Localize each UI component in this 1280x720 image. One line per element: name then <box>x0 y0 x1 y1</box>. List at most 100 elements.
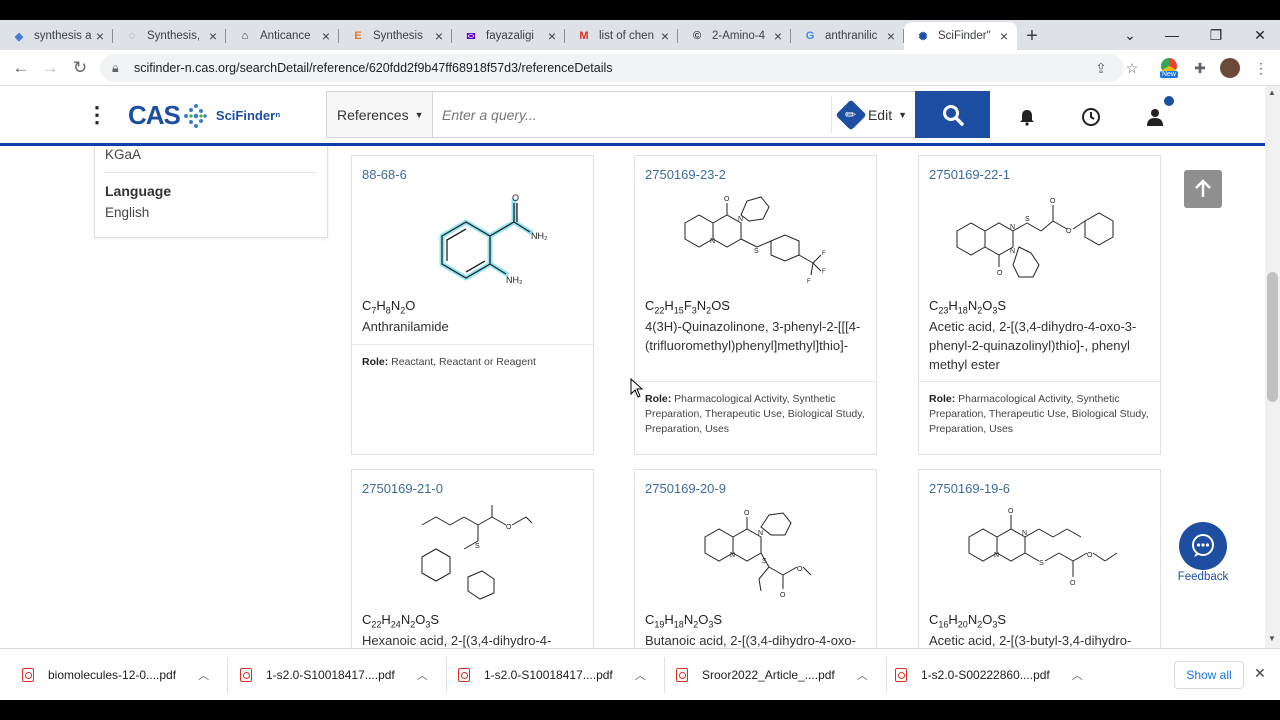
scroll-down-arrow-icon[interactable]: ▼ <box>1268 634 1276 643</box>
tab-close-icon[interactable]: × <box>545 28 559 44</box>
substance-card[interactable]: 88-68-6 O NH₂ NH₂ C7H8N2O Anthranilamide… <box>351 155 594 455</box>
app-menu-icon[interactable]: ⋮ <box>86 104 108 126</box>
notifications-bell-icon[interactable] <box>1014 104 1040 130</box>
svg-text:S: S <box>1025 216 1030 223</box>
tab-title: anthranilic <box>825 30 878 42</box>
substance-card[interactable]: 2750169-23-2 O N N S F F F C22H15F3N2OS … <box>634 155 877 455</box>
structure-image[interactable]: O N N S O O <box>934 191 1144 291</box>
tab-close-icon[interactable]: × <box>997 28 1011 44</box>
tab-close-icon[interactable]: × <box>319 28 333 44</box>
tab-close-icon[interactable]: × <box>432 28 446 44</box>
browser-tab[interactable]: Ganthranilic × <box>791 22 904 50</box>
profile-avatar[interactable] <box>1219 58 1241 78</box>
language-value: English <box>105 205 150 220</box>
download-item[interactable]: 1-s2.0-S10018417....pdf ︿ <box>458 657 665 693</box>
caret-down-icon: ▼ <box>414 109 424 120</box>
tab-close-icon[interactable]: × <box>771 28 785 44</box>
search-scope-dropdown[interactable]: References ▼ <box>327 92 433 137</box>
substance-card[interactable]: 2750169-22-1 O N N S O O C23H18N2O3S Ace… <box>918 155 1161 455</box>
yahoo-mail-icon: ✉ <box>466 30 476 43</box>
logo-cas-text: CAS <box>128 100 181 130</box>
close-downloads-icon[interactable]: ✕ <box>1254 665 1266 682</box>
tab-close-icon[interactable]: × <box>884 28 898 44</box>
structure-image[interactable]: O N N S O O <box>665 505 845 605</box>
tab-close-icon[interactable]: × <box>93 28 107 44</box>
cas-registry-link[interactable]: 2750169-21-0 <box>362 481 443 496</box>
restore-icon[interactable]: ❐ <box>1194 20 1238 50</box>
chevron-up-icon[interactable]: ︿ <box>198 667 209 683</box>
history-clock-icon[interactable] <box>1078 104 1104 130</box>
show-all-downloads-button[interactable]: Show all <box>1174 661 1244 689</box>
back-icon[interactable]: ← <box>10 57 32 79</box>
download-item[interactable]: 1-s2.0-S10018417....pdf ︿ <box>240 657 447 693</box>
search-input[interactable] <box>433 92 831 137</box>
chevron-up-icon[interactable]: ︿ <box>635 667 646 683</box>
substance-card[interactable]: 2750169-19-6 O N N S O O C16H20N2O3S Ace… <box>918 469 1161 648</box>
loading-icon: ◌ <box>128 30 136 42</box>
tab-close-icon[interactable]: × <box>206 28 220 44</box>
cas-registry-link[interactable]: 2750169-19-6 <box>929 481 1010 496</box>
browser-tab[interactable]: ◌ Synthesis, × <box>113 22 226 50</box>
tab-title: Synthesis <box>373 30 423 42</box>
download-item[interactable]: Sroor2022_Article_....pdf ︿ <box>676 657 887 693</box>
extension-new-icon[interactable]: New <box>1158 54 1180 82</box>
structure-image[interactable]: O N N S F F F <box>665 191 845 291</box>
tab-title: Anticance <box>260 30 311 42</box>
tab-title: list of chen <box>599 30 654 42</box>
browser-tab[interactable]: ⌂ Anticance × <box>226 22 339 50</box>
svg-text:S: S <box>475 543 480 550</box>
scifinder-header: ⋮ CAS SciFinderⁿ References ▼ ✎ Edit ▼ <box>0 86 1280 146</box>
share-icon[interactable]: ⇪ <box>1090 58 1112 78</box>
browser-tab[interactable]: Mlist of chen × <box>565 22 678 50</box>
cas-scifinder-logo[interactable]: CAS SciFinderⁿ <box>128 100 280 131</box>
scroll-up-arrow-icon[interactable]: ▲ <box>1268 88 1276 97</box>
tab-close-icon[interactable]: × <box>658 28 672 44</box>
browser-tab-active[interactable]: ✺ SciFinder" × <box>904 22 1017 50</box>
page-scrollbar[interactable]: ▲ ▼ <box>1265 86 1280 648</box>
svg-text:N: N <box>710 238 715 245</box>
svg-text:O: O <box>512 193 519 203</box>
window-close-icon[interactable]: ✕ <box>1238 20 1280 50</box>
substance-card[interactable]: 2750169-20-9 O N N S O O C19H18N2O3S But… <box>634 469 877 648</box>
cas-registry-link[interactable]: 2750169-22-1 <box>929 167 1010 182</box>
sciencedirect-icon: ⌂ <box>241 30 249 42</box>
cas-registry-link[interactable]: 2750169-20-9 <box>645 481 726 496</box>
minimize-icon[interactable]: — <box>1150 20 1194 50</box>
download-item[interactable]: 1-s2.0-S00222860....pdf ︿ <box>895 657 1083 693</box>
feedback-button[interactable] <box>1179 522 1227 570</box>
molecular-formula: C16H20N2O3S <box>929 612 1007 630</box>
new-tab-button[interactable]: + <box>1017 22 1047 50</box>
bookmark-star-icon[interactable]: ☆ <box>1121 58 1143 78</box>
browser-tab[interactable]: E Synthesis × <box>339 22 452 50</box>
extensions-puzzle-icon[interactable]: ✚ <box>1189 58 1211 78</box>
download-item[interactable]: biomolecules-12-0....pdf ︿ <box>22 657 229 693</box>
cas-registry-link[interactable]: 2750169-23-2 <box>645 167 726 182</box>
chevron-up-icon[interactable]: ︿ <box>417 667 428 683</box>
tab-search-icon[interactable]: ⌄ <box>1108 20 1152 50</box>
substance-name: Acetic acid, 2-[(3,4-dihydro-4-oxo-3-phe… <box>929 319 1137 372</box>
browser-tab[interactable]: © 2-Amino-4 × <box>678 22 791 50</box>
browser-tab[interactable]: ✉ fayazaligi × <box>452 22 565 50</box>
tab-title: fayazaligi <box>486 30 534 42</box>
chevron-up-icon[interactable]: ︿ <box>857 667 868 683</box>
svg-text:O: O <box>724 196 730 203</box>
browser-menu-icon[interactable]: ⋮ <box>1250 58 1272 78</box>
search-button[interactable] <box>915 91 990 138</box>
structure-image[interactable]: O O S <box>382 505 562 605</box>
feedback-label[interactable]: Feedback <box>1170 571 1236 583</box>
edit-query-button[interactable]: ✎ Edit ▼ <box>831 96 915 133</box>
downloads-bar: biomolecules-12-0....pdf ︿ 1-s2.0-S100184… <box>0 648 1280 700</box>
scroll-to-top-button[interactable] <box>1184 170 1222 208</box>
chevron-up-icon[interactable]: ︿ <box>1072 667 1083 683</box>
user-account-icon[interactable] <box>1142 104 1168 130</box>
forward-icon[interactable]: → <box>39 57 61 79</box>
scrollbar-thumb[interactable] <box>1267 272 1278 402</box>
cas-registry-link[interactable]: 88-68-6 <box>362 167 407 182</box>
structure-image[interactable]: O N N S O O <box>934 505 1144 605</box>
molecular-formula: C22H15F3N2OS <box>645 298 730 316</box>
url-bar[interactable]: 🔒︎ scifinder-n.cas.org/searchDetail/refe… <box>100 54 1124 82</box>
reload-icon[interactable]: ↻ <box>69 57 91 79</box>
substance-card[interactable]: 2750169-21-0 O O S C22H24N2O3S Hexanoic … <box>351 469 594 648</box>
browser-tab[interactable]: ◆ synthesis a × <box>0 22 113 50</box>
structure-image[interactable]: O NH₂ NH₂ <box>382 191 562 291</box>
